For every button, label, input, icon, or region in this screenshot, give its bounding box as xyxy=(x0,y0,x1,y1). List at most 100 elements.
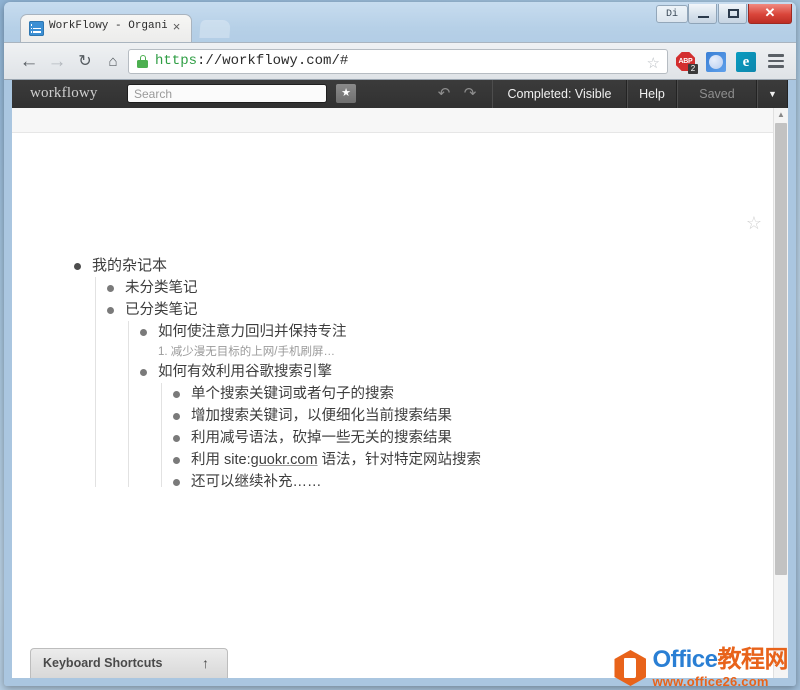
search-input[interactable]: Search xyxy=(127,84,327,103)
outline-item: 增加搜索关键词，以便细化当前搜索结果 xyxy=(173,405,694,427)
bullet-icon[interactable] xyxy=(140,329,147,336)
help-button[interactable]: Help xyxy=(627,80,677,108)
blue-circle-extension-icon[interactable] xyxy=(706,52,726,72)
outline-item-note: 1. 减少漫无目标的上网/手机刷屏… xyxy=(158,346,335,358)
e-extension-icon[interactable]: e xyxy=(736,52,756,72)
link-suffix-text: 语法，针对特定网站搜索 xyxy=(317,452,482,468)
outline-item-label-with-link: 利用 site:guokr.com 语法，针对特定网站搜索 xyxy=(191,449,481,471)
outline-item: 利用减号语法，砍掉一些无关的搜索结果 xyxy=(173,427,694,449)
outline-item-label: 未分类笔记 xyxy=(125,280,198,296)
star-search-button[interactable]: ★ xyxy=(336,84,356,103)
url-text: https://workflowy.com/# xyxy=(155,53,348,69)
abp-badge-count: 2 xyxy=(688,64,698,74)
back-icon[interactable]: ← xyxy=(18,51,40,73)
account-dropdown-button[interactable]: ▼ xyxy=(757,80,788,108)
scroll-up-icon[interactable]: ▲ xyxy=(774,108,788,122)
new-tab-button[interactable] xyxy=(199,20,231,38)
browser-window: WorkFlowy - Organize yo × Di ✕ ← xyxy=(4,2,796,686)
breadcrumb xyxy=(12,108,788,133)
outline-item-label: 还可以继续补充…… xyxy=(191,474,322,490)
outline-item: 如何有效利用谷歌搜索引擎 单个搜索关键词或者句子的搜索 增加搜索关键词，以便细化… xyxy=(140,361,694,493)
outline-item: 单个搜索关键词或者句子的搜索 xyxy=(173,383,694,405)
maximize-icon xyxy=(728,9,739,18)
outline-item: 如何使注意力回归并保持专注 1. 减少漫无目标的上网/手机刷屏… xyxy=(140,321,694,361)
workflowy-toolbar: workflowy Search ★ ↶ ↷ Completed: Visibl… xyxy=(12,80,788,108)
bookmark-star-icon[interactable]: ☆ xyxy=(647,54,660,72)
workflowy-logo[interactable]: workflowy xyxy=(30,85,98,102)
bullet-icon[interactable] xyxy=(173,391,180,398)
bullet-icon[interactable] xyxy=(173,457,180,464)
di-toolbar-button[interactable]: Di xyxy=(656,5,688,23)
e-glyph: e xyxy=(736,52,756,72)
outline-children: 未分类笔记 已分类笔记 如何使注意力回归并保持专注 1. 减少漫无目标的上网/手… xyxy=(95,277,694,493)
keyboard-shortcuts-bar[interactable]: Keyboard Shortcuts ↑ xyxy=(30,648,228,678)
outline-row[interactable]: 已分类笔记 xyxy=(107,299,694,321)
url-rest: ://workflowy.com/# xyxy=(197,53,349,69)
outline-page: ☆ 我的杂记本 未分类笔记 已分类笔记 如何使注意力回归并保持专注 1. 减少漫… xyxy=(12,133,788,678)
link-prefix-text: 利用 site: xyxy=(191,452,251,468)
home-icon[interactable]: ⌂ xyxy=(102,51,124,73)
bullet-icon[interactable] xyxy=(173,413,180,420)
outline-item-label: 我的杂记本 xyxy=(92,257,168,274)
saved-status: Saved xyxy=(677,80,757,108)
bullet-icon[interactable] xyxy=(74,263,81,270)
completed-visibility-button[interactable]: Completed: Visible xyxy=(492,80,627,108)
outline-item-label: 利用减号语法，砍掉一些无关的搜索结果 xyxy=(191,430,452,446)
browser-tab[interactable]: WorkFlowy - Organize yo × xyxy=(20,14,192,42)
expand-up-icon: ↑ xyxy=(202,655,209,671)
address-bar[interactable]: https://workflowy.com/# ☆ xyxy=(128,49,668,74)
guokr-link[interactable]: guokr.com xyxy=(251,452,318,468)
undo-icon[interactable]: ↶ xyxy=(435,86,453,102)
outline-row[interactable]: 我的杂记本 xyxy=(74,255,694,277)
page-star-icon[interactable]: ☆ xyxy=(746,213,762,234)
outline-root: 我的杂记本 未分类笔记 已分类笔记 如何使注意力回归并保持专注 1. 减少漫无目… xyxy=(74,255,694,493)
outline-row[interactable]: 利用减号语法，砍掉一些无关的搜索结果 xyxy=(173,427,694,449)
outline-item-label: 已分类笔记 xyxy=(125,302,198,318)
bullet-icon[interactable] xyxy=(173,479,180,486)
close-tab-icon[interactable]: × xyxy=(170,20,183,33)
outline-item: 未分类笔记 xyxy=(107,277,694,299)
list-favicon xyxy=(29,21,44,36)
close-window-button[interactable]: ✕ xyxy=(748,4,792,24)
outline-item-label: 如何使注意力回归并保持专注 xyxy=(158,324,347,340)
outline-item-label: 单个搜索关键词或者句子的搜索 xyxy=(191,386,394,402)
maximize-button[interactable] xyxy=(718,4,747,24)
outline-children: 如何使注意力回归并保持专注 1. 减少漫无目标的上网/手机刷屏… 如何有效利用谷… xyxy=(128,321,694,493)
redo-icon[interactable]: ↷ xyxy=(461,86,479,102)
scrollbar-thumb[interactable] xyxy=(775,123,787,575)
outline-row[interactable]: 单个搜索关键词或者句子的搜索 xyxy=(173,383,694,405)
bullet-icon[interactable] xyxy=(173,435,180,442)
close-icon: ✕ xyxy=(764,5,776,20)
outline-row[interactable]: 如何有效利用谷歌搜索引擎 xyxy=(140,361,694,383)
bullet-icon[interactable] xyxy=(140,369,147,376)
reload-icon[interactable]: ↻ xyxy=(74,51,96,73)
search-placeholder: Search xyxy=(134,87,173,101)
forward-icon[interactable]: → xyxy=(46,51,68,73)
tab-title: WorkFlowy - Organize yo xyxy=(49,20,167,32)
browser-nav-bar: ← → ↻ ⌂ https://workflowy.com/# ☆ ABP 2 … xyxy=(4,42,796,80)
minimize-icon xyxy=(698,16,709,18)
outline-row[interactable]: 利用 site:guokr.com 语法，针对特定网站搜索 xyxy=(173,449,694,471)
window-controls: ✕ xyxy=(687,4,792,26)
desktop-background: WorkFlowy - Organize yo × Di ✕ ← xyxy=(0,0,800,690)
url-scheme: https xyxy=(155,53,198,69)
lock-icon xyxy=(137,55,148,68)
outline-item-label: 如何有效利用谷歌搜索引擎 xyxy=(158,364,332,380)
outline-row[interactable]: 还可以继续补充…… xyxy=(173,471,694,493)
outline-item: 已分类笔记 如何使注意力回归并保持专注 1. 减少漫无目标的上网/手机刷屏… 如… xyxy=(107,299,694,493)
outline-row[interactable]: 未分类笔记 xyxy=(107,277,694,299)
bullet-icon[interactable] xyxy=(107,285,114,292)
vertical-scrollbar[interactable]: ▲ xyxy=(773,108,788,678)
outline-row[interactable]: 如何使注意力回归并保持专注 xyxy=(140,321,694,343)
outline-item: 我的杂记本 未分类笔记 已分类笔记 如何使注意力回归并保持专注 1. 减少漫无目… xyxy=(74,255,694,493)
adblock-plus-icon[interactable]: ABP 2 xyxy=(676,52,698,74)
hamburger-menu-icon[interactable] xyxy=(768,54,784,69)
minimize-button[interactable] xyxy=(688,4,717,24)
outline-item: 利用 site:guokr.com 语法，针对特定网站搜索 xyxy=(173,449,694,471)
outline-row[interactable]: 增加搜索关键词，以便细化当前搜索结果 xyxy=(173,405,694,427)
outline-item: 还可以继续补充…… xyxy=(173,471,694,493)
keyboard-shortcuts-label: Keyboard Shortcuts xyxy=(43,656,163,670)
bullet-icon[interactable] xyxy=(107,307,114,314)
page-viewport: workflowy Search ★ ↶ ↷ Completed: Visibl… xyxy=(12,80,788,678)
outline-item-label: 增加搜索关键词，以便细化当前搜索结果 xyxy=(191,408,452,424)
